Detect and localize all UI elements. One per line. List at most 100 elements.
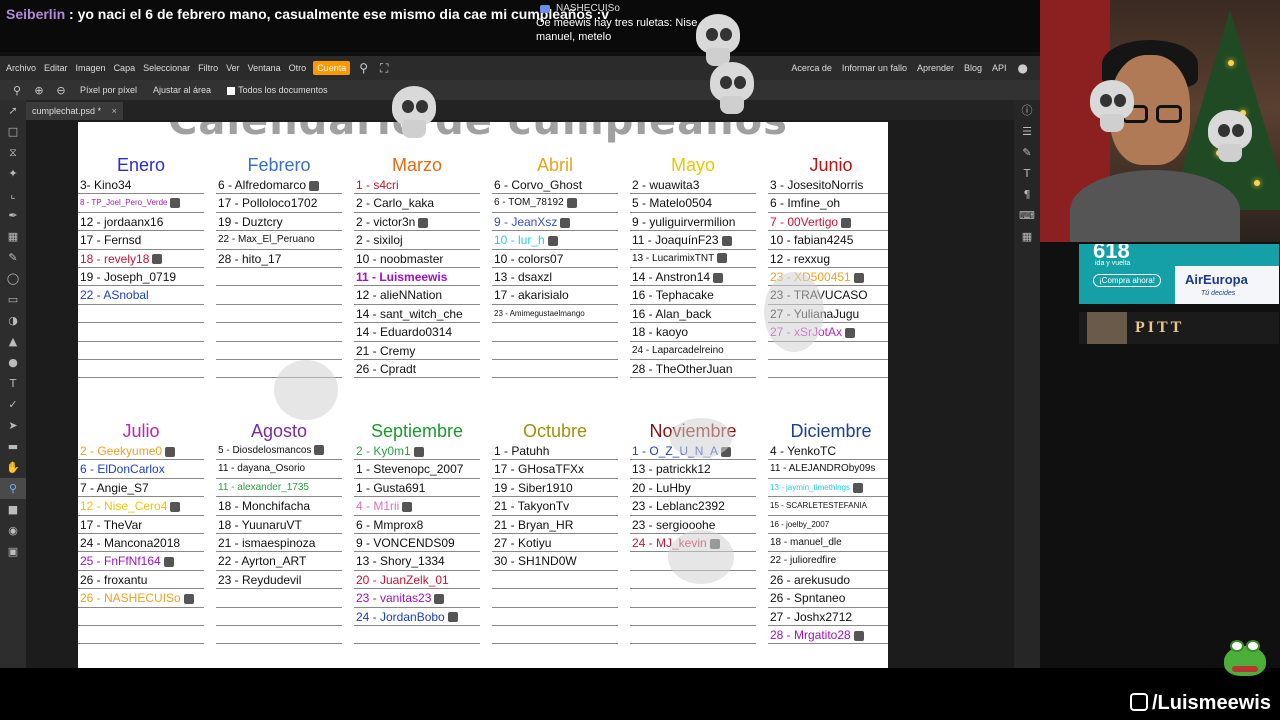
close-tab-icon[interactable]: × bbox=[112, 106, 117, 116]
menu-blog[interactable]: Blog bbox=[959, 56, 987, 80]
birthday-entry: 23 - Amimegustaelmango bbox=[492, 305, 618, 324]
eyedropper-icon[interactable]: ✒ bbox=[0, 205, 26, 226]
menu-ventana[interactable]: Ventana bbox=[244, 56, 285, 80]
birthday-entry: 22 - ASnobal bbox=[78, 286, 204, 305]
aireuropa-ad[interactable]: 618 ida y vuelta ¡Compra ahora! AirEurop… bbox=[1079, 244, 1279, 304]
bucket-tool-icon[interactable]: ◑ bbox=[0, 310, 26, 331]
heal-tool-icon[interactable]: ▦ bbox=[0, 226, 26, 247]
birthday-entry bbox=[492, 360, 618, 379]
birthday-entry: 24 - Mancona2018 bbox=[78, 534, 204, 553]
pixel-button[interactable]: Píxel por píxel bbox=[80, 85, 137, 95]
checkbox-icon[interactable] bbox=[227, 86, 236, 95]
birthday-entry bbox=[492, 571, 618, 590]
menu-archivo[interactable]: Archivo bbox=[2, 56, 40, 80]
month-heading: Junio bbox=[809, 155, 853, 175]
lasso-tool-icon[interactable]: ⧖ bbox=[0, 142, 26, 163]
menu-editar[interactable]: Editar bbox=[40, 56, 72, 80]
menu-otro[interactable]: Otro bbox=[285, 56, 311, 80]
birthday-entry: 12 - jordaanx16 bbox=[78, 213, 204, 232]
move-tool-icon[interactable]: ➚ bbox=[0, 100, 26, 121]
clone-tool-icon[interactable]: ◯ bbox=[0, 268, 26, 289]
marquee-tool-icon[interactable]: □ bbox=[0, 121, 26, 142]
menubar: Archivo Editar Imagen Capa Seleccionar F… bbox=[0, 56, 1040, 80]
screen-mode-icon[interactable]: ▣ bbox=[0, 541, 26, 562]
ad-buy-button[interactable]: ¡Compra ahora! bbox=[1093, 274, 1162, 287]
brush-tool-icon[interactable]: ✎ bbox=[0, 247, 26, 268]
birthday-text: 23 - Leblanc2392 bbox=[632, 499, 725, 514]
menu-api[interactable]: API bbox=[987, 56, 1012, 80]
fullscreen-icon[interactable]: ⛶ bbox=[374, 61, 394, 76]
skull-icon bbox=[708, 62, 756, 118]
menu-seleccionar[interactable]: Seleccionar bbox=[139, 56, 194, 80]
shape-tool-icon[interactable]: ▬ bbox=[0, 436, 26, 457]
month-column: Febrero 6 - Alfredomarco 17 - Polloloco170… bbox=[216, 154, 342, 379]
birthday-entry bbox=[78, 626, 204, 645]
blur-tool-icon[interactable]: ▲ bbox=[0, 331, 26, 352]
zoom-in-icon[interactable]: ⊕ bbox=[28, 84, 50, 97]
text-tool-icon[interactable]: T bbox=[0, 373, 26, 394]
zoom-tool-icon[interactable]: ⚲ bbox=[0, 478, 26, 499]
birthday-text: 22 - julioredfire bbox=[770, 555, 837, 567]
css-icon[interactable]: ⌨ bbox=[1014, 205, 1040, 226]
menu-cuenta[interactable]: Cuenta bbox=[313, 61, 351, 75]
menu-filtro[interactable]: Filtro bbox=[194, 56, 222, 80]
path-select-icon[interactable]: ➤ bbox=[0, 415, 26, 436]
birthday-text: 10 - colors07 bbox=[494, 251, 564, 266]
menu-acerca[interactable]: Acerca de bbox=[786, 56, 837, 80]
birthday-entry: 13 - Shory_1334 bbox=[354, 552, 480, 571]
zoom-out-icon[interactable]: ⊖ bbox=[50, 84, 72, 97]
eraser-tool-icon[interactable]: ▭ bbox=[0, 289, 26, 310]
birthday-text: 18 - manuel_dle bbox=[770, 536, 842, 548]
info-icon[interactable]: ⓘ bbox=[1014, 100, 1040, 121]
paragraph-icon[interactable]: ¶ bbox=[1014, 184, 1040, 205]
menu-imagen[interactable]: Imagen bbox=[72, 56, 110, 80]
menu-ver[interactable]: Ver bbox=[222, 56, 244, 80]
social-icon bbox=[1130, 693, 1148, 711]
birthday-entry: 17 - GHosaTFXx bbox=[492, 460, 618, 479]
fit-area-button[interactable]: Ajustar al área bbox=[153, 85, 211, 95]
menu-informar[interactable]: Informar un fallo bbox=[837, 56, 912, 80]
hand-tool-icon[interactable]: ✋ bbox=[0, 457, 26, 478]
dodge-tool-icon[interactable]: ● bbox=[0, 352, 26, 373]
color-swatch-icon[interactable]: ■ bbox=[0, 499, 26, 520]
birthday-entry bbox=[354, 626, 480, 645]
document-tab[interactable]: cumplechat.psd * × bbox=[26, 102, 123, 120]
birthday-entry: 17 - Polloloco1702 bbox=[216, 194, 342, 213]
brush-panel-icon[interactable]: ✎ bbox=[1014, 142, 1040, 163]
pen-tool-icon[interactable]: ✓ bbox=[0, 394, 26, 415]
quick-mask-icon[interactable]: ◉ bbox=[0, 520, 26, 541]
search-icon[interactable]: ⚲ bbox=[353, 61, 374, 75]
image-panel-icon[interactable]: ▦ bbox=[1014, 226, 1040, 247]
birthday-text: 2 - wuawita3 bbox=[632, 178, 700, 192]
menu-aprender[interactable]: Aprender bbox=[912, 56, 959, 80]
pitt-ad[interactable]: PITT bbox=[1079, 312, 1279, 344]
all-docs-checkbox[interactable]: Todos los documentos bbox=[227, 85, 328, 95]
birthday-text: 9 - JeanXsz bbox=[494, 214, 558, 229]
birthday-entry: 3- Kino34 bbox=[78, 176, 204, 195]
birthday-entry: 26 - Cpradt bbox=[354, 360, 480, 379]
zoom-tool-icon[interactable]: ⚲ bbox=[6, 84, 28, 97]
channel-handle: /Luismeewis bbox=[1152, 692, 1271, 714]
chat-overlay: Seiberlin : yo naci el 6 de febrero mano… bbox=[0, 0, 1040, 52]
birthday-entry: 6 - TOM_78192 bbox=[492, 194, 618, 213]
properties-icon[interactable]: ☰ bbox=[1014, 121, 1040, 142]
birthday-entry bbox=[78, 323, 204, 342]
crop-tool-icon[interactable]: ⌞ bbox=[0, 184, 26, 205]
birthday-entry: 22 - Ayrton_ART bbox=[216, 552, 342, 571]
menu-capa[interactable]: Capa bbox=[110, 56, 140, 80]
character-icon[interactable]: T bbox=[1014, 163, 1040, 184]
magic-wand-icon[interactable]: ✦ bbox=[0, 163, 26, 184]
birthday-text: 6 - Mmprox8 bbox=[356, 517, 424, 532]
reddit-icon[interactable]: ● bbox=[1012, 61, 1034, 75]
month-column: Septiembre 2 - Ky0m1 1 - Stevenopc_2007 1 -… bbox=[354, 420, 480, 645]
birthday-entry: 10 - fabian4245 bbox=[768, 231, 888, 250]
birthday-text: 23 - vanitas23 bbox=[356, 591, 432, 606]
birthday-entry bbox=[216, 342, 342, 360]
avatar-icon bbox=[853, 630, 864, 641]
birthday-entry: 6 - ElDonCarlox bbox=[78, 460, 204, 479]
birthday-entry: 19 - Joseph_0719 bbox=[78, 268, 204, 287]
month-heading: Septiembre bbox=[370, 421, 464, 441]
birthday-text: 19 - Joseph_0719 bbox=[80, 269, 177, 284]
month-heading: Marzo bbox=[391, 155, 442, 175]
birthday-entry: 13 - dsaxzl bbox=[492, 268, 618, 287]
